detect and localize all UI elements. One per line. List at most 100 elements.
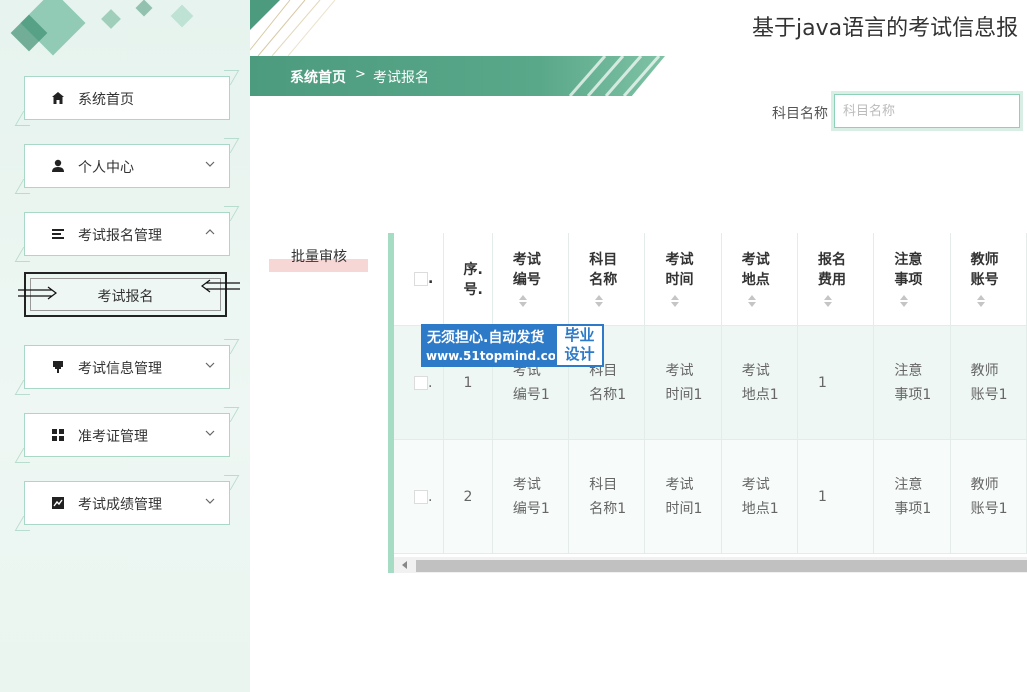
cell-exam-place: 考试 地点1 <box>721 325 799 440</box>
sort-icon[interactable] <box>824 295 833 307</box>
header-index: 序. 号. <box>443 233 493 326</box>
cell-text: 时间1 <box>665 386 703 403</box>
decorative-square <box>135 0 153 17</box>
cell-exam-time: 考试 时间1 <box>644 439 722 554</box>
chevron-down-icon <box>205 161 215 167</box>
cell-teacher: 教师账号1 <box>950 325 1027 440</box>
cell-text: 账号1 <box>970 386 1008 403</box>
header-exam-time[interactable]: 考试 时间 <box>644 233 722 326</box>
chevron-down-icon <box>205 362 215 368</box>
row-select-cell[interactable]: . <box>394 439 444 554</box>
sort-icon[interactable] <box>747 295 756 307</box>
table-row[interactable]: . 2 考试 编号1 科目 名称1 考试 时间1 考试 地点1 1 注意 事项1 教师 账号… <box>394 439 1027 554</box>
header-exam-no[interactable]: 考试 编号 <box>492 233 570 326</box>
header-label: 账号 <box>970 272 999 288</box>
cell-text: 名称1 <box>589 500 627 517</box>
grid-icon <box>52 429 64 441</box>
cell-text: 账号1 <box>970 500 1008 517</box>
arrow-left-icon <box>201 279 240 293</box>
table-header-row: . 序. 号. 考试 编号 科目 名称 考试 时间 考试 地点 报名 费用 注意 事项 教师账… <box>394 233 1027 326</box>
arrow-right-icon <box>18 286 57 300</box>
sidebar-item-personal-center[interactable]: 个人中心 <box>24 144 230 188</box>
horizontal-scrollbar[interactable] <box>394 557 1027 573</box>
header-label: 时间 <box>665 272 694 288</box>
sidebar-item-exam-registration-management[interactable]: 考试报名管理 <box>24 212 230 256</box>
header-subject[interactable]: 科目 名称 <box>568 233 646 326</box>
sort-icon[interactable] <box>671 295 680 307</box>
sidebar-item-label: 系统首页 <box>78 92 134 108</box>
watermark-left: 无须担心.自动发货 www.51topmind.com <box>421 324 569 367</box>
breadcrumb-current: 考试报名 <box>373 70 429 86</box>
search-label: 科目名称 <box>772 106 828 122</box>
cell-text: 考试 <box>665 362 694 379</box>
header-label: 注意 <box>894 252 923 268</box>
list-icon <box>52 229 64 239</box>
app-title: 基于java语言的考试信息报 <box>752 16 1019 41</box>
sidebar-item-label: 个人中心 <box>78 160 134 176</box>
cell-text: 教师 <box>970 476 999 493</box>
user-icon <box>52 159 64 172</box>
cell-exam-no: 考试 编号1 <box>492 439 570 554</box>
row-checkbox[interactable] <box>414 489 428 504</box>
cell-text: 考试 <box>512 476 541 493</box>
cell-text: 注意 <box>894 476 923 493</box>
sidebar-item-exam-info-management[interactable]: 考试信息管理 <box>24 345 230 389</box>
header-notes[interactable]: 注意 事项 <box>873 233 951 326</box>
header-decoration <box>250 0 336 56</box>
sort-icon[interactable] <box>976 295 985 307</box>
header-teacher[interactable]: 教师 账号 <box>950 233 1027 326</box>
header-label: 考试 <box>665 252 694 268</box>
subject-name-search-input[interactable] <box>831 91 1023 131</box>
breadcrumb-stripes <box>568 56 661 96</box>
batch-review-button[interactable]: 批量审核 <box>269 240 368 272</box>
cell-subject: 科目 名称1 <box>568 439 646 554</box>
watermark-right-bottom: 设计 <box>564 345 595 363</box>
chart-icon <box>52 497 64 509</box>
cell-text: 事项1 <box>894 386 932 403</box>
cell-exam-time: 考试时间1 <box>644 325 722 440</box>
watermark-right: 毕业 设计 <box>555 324 604 367</box>
breadcrumb-separator: > <box>355 67 366 82</box>
cell-text: 时间1 <box>665 500 703 517</box>
cell-text: 事项1 <box>894 500 932 517</box>
header-label: 名称 <box>589 272 618 288</box>
header-label: 教师 <box>970 252 999 268</box>
header-label: 考试 <box>741 252 770 268</box>
sidebar-item-admission-ticket-management[interactable]: 准考证管理 <box>24 413 230 457</box>
cell-text: 名称1 <box>589 386 627 403</box>
cell-teacher: 教师账号1 <box>950 439 1027 554</box>
header-exam-place[interactable]: 考试 地点 <box>721 233 799 326</box>
sort-icon[interactable] <box>518 295 527 307</box>
header-label: 号. <box>463 282 483 298</box>
header-select-all[interactable]: . <box>394 233 444 326</box>
select-all-checkbox[interactable] <box>414 272 428 286</box>
scroll-left-icon[interactable] <box>402 561 407 569</box>
chevron-down-icon <box>205 498 215 504</box>
checkbox-header-dot: . <box>428 271 434 287</box>
cell-notes: 注意事项1 <box>873 439 951 554</box>
chevron-down-icon <box>205 430 215 436</box>
row-checkbox[interactable] <box>414 375 428 390</box>
home-icon <box>52 92 64 104</box>
pin-icon <box>53 361 63 373</box>
sort-icon[interactable] <box>595 295 604 307</box>
cell-notes: 注意 事项1 <box>873 325 951 440</box>
breadcrumb-home-link[interactable]: 系统首页 <box>290 67 346 87</box>
watermark-line2: www.51topmind.com <box>426 349 569 363</box>
registration-table: . 序. 号. 考试 编号 科目 名称 考试 时间 考试 地点 报名 费用 注意 事项 教师账… <box>388 233 1027 573</box>
header-fee[interactable]: 报名 费用 <box>797 233 875 326</box>
sidebar-item-label: 考试信息管理 <box>78 361 162 377</box>
scrollbar-thumb[interactable] <box>416 560 1027 572</box>
decorative-square <box>101 9 121 29</box>
sort-icon[interactable] <box>900 295 909 307</box>
sidebar-item-exam-score-management[interactable]: 考试成绩管理 <box>24 481 230 525</box>
sidebar-item-home[interactable]: 系统首页 <box>24 76 230 120</box>
data-table: . 序. 号. 考试 编号 科目 名称 考试 时间 考试 地点 报名 费用 注意 事项 教师账… <box>394 233 1027 554</box>
header-label: 编号 <box>512 272 541 288</box>
cell-text: 教师 <box>970 362 999 379</box>
sidebar-item-label: 考试报名管理 <box>78 228 162 244</box>
breadcrumb: 系统首页 > 考试报名 <box>250 56 665 96</box>
cell-fee: 1 <box>797 439 875 554</box>
cell-exam-place: 考试 地点1 <box>721 439 799 554</box>
cell-text: 地点1 <box>741 386 779 403</box>
